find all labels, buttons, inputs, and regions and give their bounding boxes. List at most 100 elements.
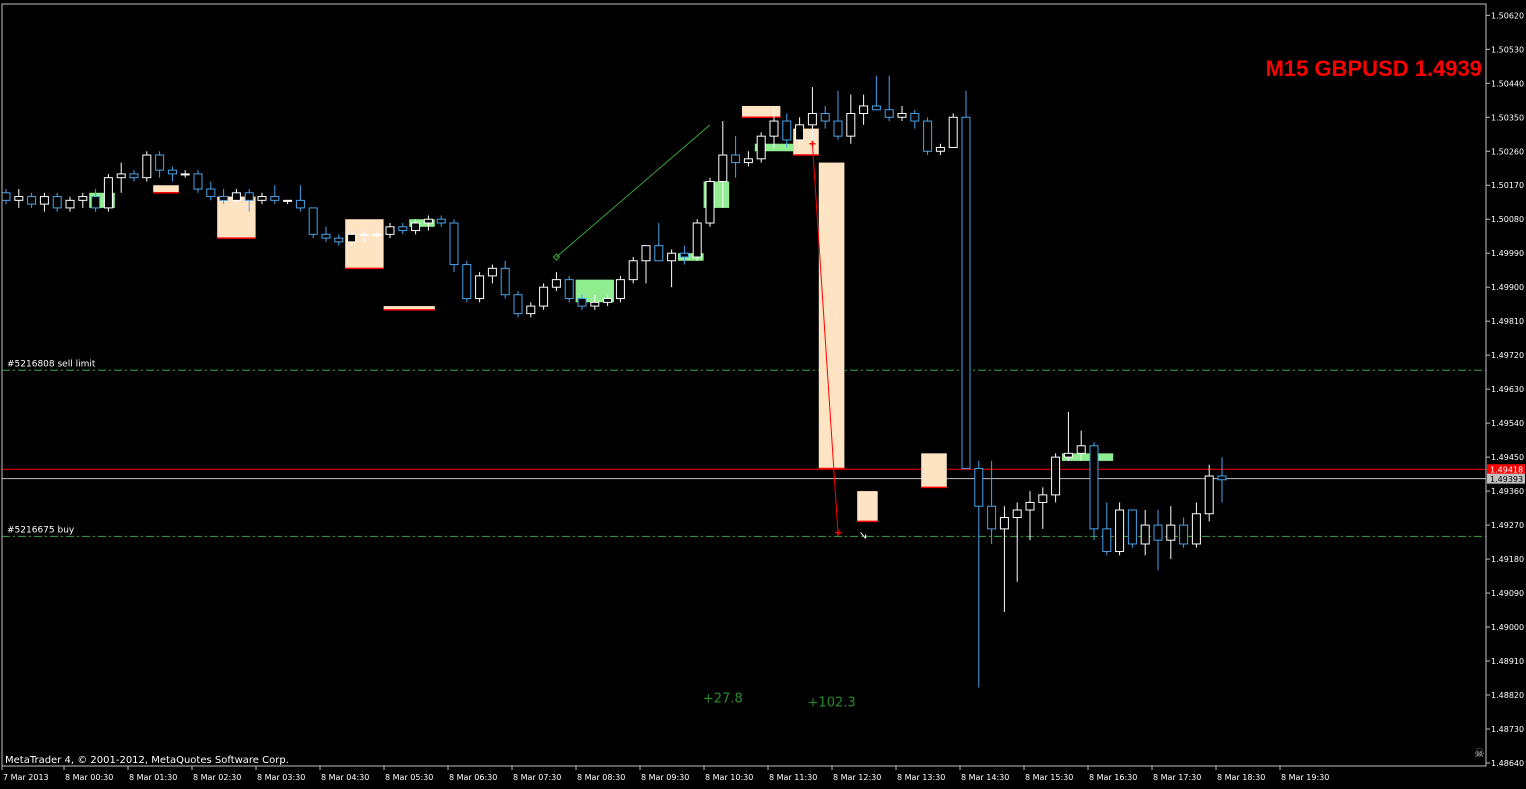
candle-body-44[interactable] bbox=[564, 279, 574, 300]
candle-body-9[interactable] bbox=[116, 173, 126, 179]
candle-body-40[interactable] bbox=[513, 294, 523, 315]
candle-body-49[interactable] bbox=[628, 260, 638, 281]
candle-body-76[interactable] bbox=[974, 467, 984, 507]
candle-body-82[interactable] bbox=[1051, 456, 1061, 496]
candle-body-2[interactable] bbox=[27, 196, 37, 205]
candle-body-6[interactable] bbox=[78, 196, 88, 201]
candle-body-78[interactable] bbox=[999, 517, 1009, 530]
candle-body-8[interactable] bbox=[103, 177, 113, 209]
candle-body-57[interactable] bbox=[731, 154, 741, 164]
candle-body-47[interactable] bbox=[603, 298, 613, 303]
candle-body-94[interactable] bbox=[1204, 475, 1214, 515]
candle-body-11[interactable] bbox=[142, 154, 152, 179]
candle-body-21[interactable] bbox=[270, 196, 280, 201]
candle-body-58[interactable] bbox=[743, 158, 753, 164]
candle-body-83[interactable] bbox=[1063, 452, 1073, 458]
candle-body-51[interactable] bbox=[654, 245, 664, 262]
x-tick-label-14: 8 Mar 13:30 bbox=[897, 773, 945, 782]
candle-body-27[interactable] bbox=[347, 233, 357, 243]
candle-body-66[interactable] bbox=[846, 113, 856, 137]
candle-body-19[interactable] bbox=[244, 192, 254, 201]
candle-body-86[interactable] bbox=[1102, 528, 1112, 553]
candle-body-37[interactable] bbox=[475, 275, 485, 300]
candle-body-50[interactable] bbox=[641, 245, 651, 262]
candle-body-41[interactable] bbox=[526, 305, 536, 315]
candle-body-43[interactable] bbox=[551, 279, 561, 288]
candle-body-39[interactable] bbox=[500, 267, 510, 296]
candle-body-91[interactable] bbox=[1166, 524, 1176, 541]
candle-body-38[interactable] bbox=[487, 267, 497, 277]
candle-body-54[interactable] bbox=[692, 222, 702, 258]
candle-body-56[interactable] bbox=[718, 154, 728, 182]
candle-body-85[interactable] bbox=[1089, 445, 1099, 530]
candle-body-93[interactable] bbox=[1191, 513, 1201, 545]
candle-body-24[interactable] bbox=[308, 207, 318, 235]
candle-body-64[interactable] bbox=[820, 113, 830, 122]
candle-body-31[interactable] bbox=[398, 226, 408, 232]
candle-body-75[interactable] bbox=[961, 116, 971, 469]
candle-body-84[interactable] bbox=[1076, 445, 1086, 454]
candle-body-53[interactable] bbox=[679, 252, 689, 258]
candle-body-23[interactable] bbox=[295, 199, 305, 209]
candle-body-12[interactable] bbox=[155, 154, 165, 171]
candle-body-68[interactable] bbox=[871, 105, 881, 111]
candle-body-70[interactable] bbox=[897, 113, 907, 118]
candle-body-26[interactable] bbox=[334, 237, 344, 243]
candle-body-77[interactable] bbox=[987, 505, 997, 530]
candle-body-88[interactable] bbox=[1127, 509, 1137, 545]
candle-body-61[interactable] bbox=[782, 120, 792, 141]
candle-body-69[interactable] bbox=[884, 109, 894, 118]
chart-window[interactable]: #5216808 sell limit #5216675 buy +27.8 +10… bbox=[0, 0, 1526, 785]
candle-body-7[interactable] bbox=[91, 196, 101, 209]
candle-body-18[interactable] bbox=[231, 192, 241, 201]
candle-body-74[interactable] bbox=[948, 116, 958, 148]
candle-body-80[interactable] bbox=[1025, 501, 1035, 511]
candle-body-79[interactable] bbox=[1012, 509, 1022, 519]
candle-body-35[interactable] bbox=[449, 222, 459, 266]
candle-body-62[interactable] bbox=[795, 124, 805, 141]
candle-body-52[interactable] bbox=[667, 252, 677, 262]
candle-body-34[interactable] bbox=[436, 218, 446, 224]
candle-body-45[interactable] bbox=[577, 298, 587, 307]
candle-body-63[interactable] bbox=[807, 113, 817, 126]
candle-body-92[interactable] bbox=[1179, 524, 1189, 545]
candle-body-4[interactable] bbox=[52, 196, 62, 209]
candle-body-90[interactable] bbox=[1153, 524, 1163, 541]
candle-body-16[interactable] bbox=[206, 188, 216, 198]
x-tick-label-9: 8 Mar 08:30 bbox=[577, 773, 625, 782]
candle-body-15[interactable] bbox=[193, 173, 203, 190]
candle-body-32[interactable] bbox=[411, 222, 421, 232]
candle-body-36[interactable] bbox=[462, 264, 472, 300]
candle-body-22[interactable] bbox=[283, 199, 293, 202]
candle-body-29[interactable] bbox=[372, 233, 382, 236]
candle-body-81[interactable] bbox=[1038, 494, 1048, 503]
candle-body-20[interactable] bbox=[257, 196, 267, 201]
candle-body-0[interactable] bbox=[1, 192, 11, 201]
candle-body-42[interactable] bbox=[539, 286, 549, 307]
candle-body-30[interactable] bbox=[385, 226, 395, 235]
candle-body-1[interactable] bbox=[14, 196, 24, 201]
candle-body-73[interactable] bbox=[935, 146, 945, 152]
candle-body-3[interactable] bbox=[39, 196, 49, 205]
candle-body-48[interactable] bbox=[615, 279, 625, 300]
candle-body-46[interactable] bbox=[590, 301, 600, 307]
candle-body-65[interactable] bbox=[833, 120, 843, 137]
candle-body-10[interactable] bbox=[129, 173, 139, 179]
price-chart[interactable]: #5216808 sell limit #5216675 buy +27.8 +10… bbox=[0, 0, 1526, 785]
candle-body-14[interactable] bbox=[180, 173, 190, 176]
candle-body-33[interactable] bbox=[423, 218, 433, 224]
candle-body-71[interactable] bbox=[910, 113, 920, 122]
candle-body-67[interactable] bbox=[859, 105, 869, 115]
candle-body-13[interactable] bbox=[167, 169, 177, 175]
candle-body-55[interactable] bbox=[705, 180, 715, 224]
candle-body-17[interactable] bbox=[219, 196, 229, 201]
candle-body-28[interactable] bbox=[359, 233, 369, 236]
candle-body-72[interactable] bbox=[923, 120, 933, 152]
candle-body-25[interactable] bbox=[321, 233, 331, 239]
candle-body-59[interactable] bbox=[756, 135, 766, 160]
candle-body-89[interactable] bbox=[1140, 524, 1150, 545]
candle-body-5[interactable] bbox=[65, 199, 75, 209]
candle-body-87[interactable] bbox=[1115, 509, 1125, 553]
candle-body-95[interactable] bbox=[1217, 475, 1227, 481]
candle-body-60[interactable] bbox=[769, 120, 779, 137]
